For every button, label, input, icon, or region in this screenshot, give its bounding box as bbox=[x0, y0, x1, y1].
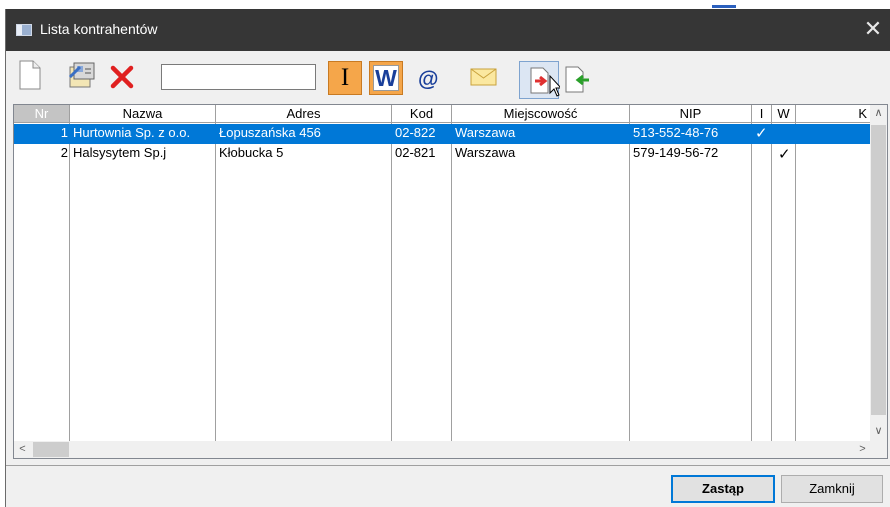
export-button[interactable] bbox=[519, 61, 563, 99]
column-header-k[interactable]: K bbox=[796, 105, 872, 123]
table-row[interactable]: 1 Hurtownia Sp. z o.o. Łopuszańska 456 0… bbox=[14, 124, 872, 144]
column-header-adres[interactable]: Adres bbox=[216, 105, 392, 123]
cell-adres: Kłobucka 5 bbox=[219, 145, 284, 160]
title-bar[interactable]: Lista kontrahentów ✕ bbox=[6, 9, 890, 51]
vertical-scrollbar[interactable]: ∧ ∨ bbox=[870, 105, 887, 441]
column-divider bbox=[751, 123, 752, 441]
export-red-arrow-icon bbox=[530, 67, 563, 97]
cell-adres: Łopuszańska 456 bbox=[219, 125, 321, 140]
toolbar: I W @ bbox=[6, 51, 890, 101]
column-divider bbox=[391, 123, 392, 441]
column-divider bbox=[771, 123, 772, 441]
cell-kod: 02-822 bbox=[395, 125, 436, 140]
horizontal-scroll-thumb[interactable] bbox=[33, 442, 69, 457]
column-header-nazwa[interactable]: Nazwa bbox=[70, 105, 216, 123]
cell-nr: 2 bbox=[60, 145, 68, 160]
filter-w-button[interactable]: W bbox=[369, 61, 403, 95]
column-header-nr[interactable]: Nr bbox=[14, 105, 70, 123]
window-icon bbox=[16, 24, 32, 36]
cell-kod: 02-821 bbox=[395, 145, 436, 160]
table-row[interactable]: 2 Halsysytem Sp.j Kłobucka 5 02-821 Wars… bbox=[14, 144, 872, 164]
edit-card-icon[interactable] bbox=[66, 59, 98, 95]
column-divider bbox=[629, 123, 630, 441]
email-at-icon[interactable]: @ bbox=[418, 68, 438, 92]
scroll-down-icon[interactable]: ∨ bbox=[870, 423, 887, 440]
cell-miejscowosc: Warszawa bbox=[455, 145, 516, 160]
contractors-window: Lista kontrahentów ✕ I W @ Nr Nazwa Adre… bbox=[5, 9, 890, 507]
column-header-kod[interactable]: Kod bbox=[392, 105, 452, 123]
close-button[interactable]: Zamknij bbox=[781, 475, 883, 503]
cell-nr: 1 bbox=[60, 125, 68, 140]
contractors-table[interactable]: Nr Nazwa Adres Kod Miejscowość NIP I W K… bbox=[13, 104, 888, 459]
cell-nip: 579-149-56-72 bbox=[633, 145, 719, 160]
new-document-icon[interactable] bbox=[18, 59, 42, 95]
column-divider bbox=[69, 123, 70, 441]
import-green-arrow-icon[interactable] bbox=[562, 63, 590, 99]
vertical-scroll-thumb[interactable] bbox=[871, 125, 886, 415]
envelope-icon[interactable] bbox=[469, 65, 499, 101]
scroll-left-icon[interactable]: < bbox=[14, 441, 31, 458]
close-window-icon[interactable]: ✕ bbox=[859, 17, 887, 43]
search-input[interactable] bbox=[161, 64, 316, 90]
scroll-right-icon[interactable]: > bbox=[854, 441, 871, 458]
column-header-i[interactable]: I bbox=[752, 105, 772, 123]
cell-nazwa: Halsysytem Sp.j bbox=[73, 145, 167, 160]
scroll-up-icon[interactable]: ∧ bbox=[870, 105, 887, 122]
column-header-nip[interactable]: NIP bbox=[630, 105, 752, 123]
filter-i-button[interactable]: I bbox=[328, 61, 362, 95]
background-mark bbox=[712, 5, 736, 8]
column-divider bbox=[215, 123, 216, 441]
cell-nip: 513-552-48-76 bbox=[633, 125, 719, 140]
window-title: Lista kontrahentów bbox=[40, 21, 158, 37]
horizontal-scrollbar[interactable]: < > bbox=[14, 441, 887, 458]
cell-miejscowosc: Warszawa bbox=[455, 125, 516, 140]
column-divider bbox=[795, 123, 796, 441]
replace-button[interactable]: Zastąp bbox=[671, 475, 775, 503]
column-header-w[interactable]: W bbox=[772, 105, 796, 123]
check-mark-icon: ✓ bbox=[778, 146, 791, 163]
column-header-miejscowosc[interactable]: Miejscowość bbox=[452, 105, 630, 123]
column-divider bbox=[451, 123, 452, 441]
footer-divider bbox=[6, 465, 890, 466]
check-mark-icon: ✓ bbox=[755, 125, 768, 142]
cell-nazwa: Hurtownia Sp. z o.o. bbox=[73, 125, 191, 140]
delete-icon[interactable] bbox=[108, 59, 136, 95]
background-text-strip bbox=[0, 0, 890, 9]
